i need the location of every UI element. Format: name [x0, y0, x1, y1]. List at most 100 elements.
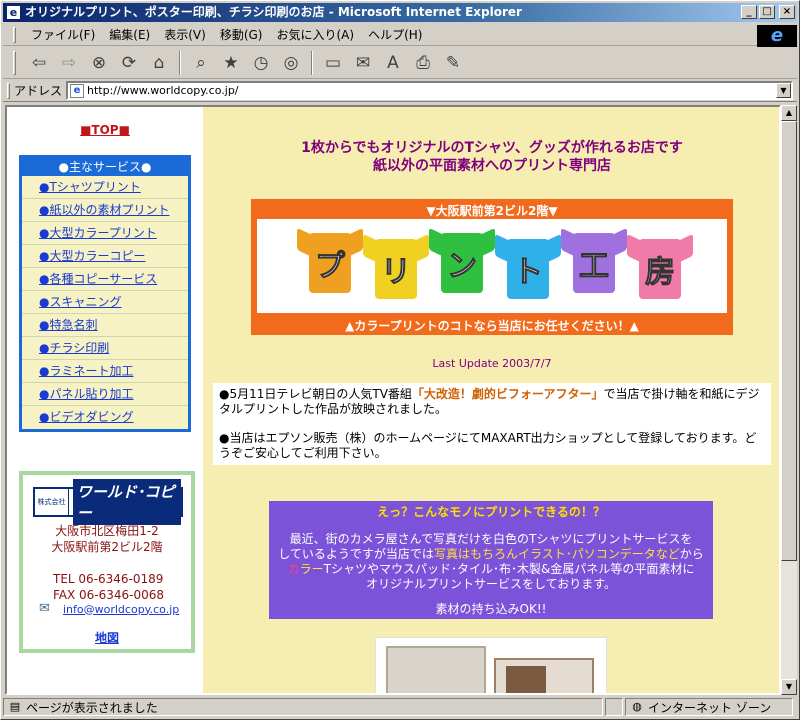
promo-ok: 素材の持ち込みOK!!: [435, 602, 547, 616]
stop-icon[interactable]: ⊗: [86, 50, 112, 76]
logo-brand-text: ワールド･コピー: [72, 479, 181, 525]
service-link-scanning[interactable]: ●スキャニング: [22, 291, 188, 314]
service-link-large-print[interactable]: ●大型カラープリント: [22, 222, 188, 245]
banner-shirt: ト: [495, 231, 561, 301]
banner-char: 工: [579, 249, 610, 285]
print-koubou-banner[interactable]: ▼大阪駅前第2ビル2階▼ プリント工房 ▲カラープリントのコトなら当店にお任せく…: [251, 199, 733, 335]
home-icon[interactable]: ⌂: [146, 50, 172, 76]
promo-line: カラーTシャツやマウスパッド･タイル･布･木製&金属パネル等の平面素材に: [287, 562, 695, 576]
service-link-panel[interactable]: ●パネル貼り加工: [22, 383, 188, 406]
page-icon: e: [70, 83, 85, 98]
forward-icon[interactable]: ⇨: [56, 50, 82, 76]
menu-grip[interactable]: [13, 26, 16, 43]
banner-shirt: 工: [561, 225, 627, 295]
main-content: 1枚からでもオリジナルのTシャツ、グッズが作れるお店です 紙以外の平面素材へのプ…: [203, 107, 779, 693]
internet-zone-icon: ◍: [632, 700, 642, 713]
service-link-flyer[interactable]: ●チラシ印刷: [22, 337, 188, 360]
mail-icon[interactable]: ✉: [350, 50, 376, 76]
channels-icon[interactable]: ◎: [278, 50, 304, 76]
standard-toolbar: ⇦ ⇨ ⊗ ⟳ ⌂ ⌕ ★ ◷ ◎ ▭ ✉ A ⎙ ✎: [3, 47, 797, 79]
ie-page-icon: e: [6, 5, 21, 20]
banner-top-text: ▼大阪駅前第2ビル2階▼: [426, 204, 558, 218]
status-zone-cell: ◍ インターネット ゾーン: [625, 698, 793, 716]
banner-image: プリント工房: [257, 219, 727, 313]
headline: 1枚からでもオリジナルのTシャツ、グッズが作れるお店です 紙以外の平面素材へのプ…: [301, 140, 683, 174]
banner-char: ン: [447, 249, 478, 285]
status-message-cell: ▤ ページが表示されました: [3, 698, 603, 716]
banner-shirt: ン: [429, 225, 495, 295]
news-item-tv: ●5月11日テレビ朝日の人気TV番組「大改造！劇的ビフォーアフター」で当店で掛け…: [219, 387, 760, 416]
refresh-icon[interactable]: ⟳: [116, 50, 142, 76]
back-icon[interactable]: ⇦: [26, 50, 52, 76]
promo-line: しているようですが当店では写真はもちろんイラスト･パソコンデータなどから: [278, 547, 704, 561]
page-done-icon: ▤: [9, 700, 21, 713]
font-icon[interactable]: A: [380, 50, 406, 76]
ie-logo-icon: e: [757, 25, 797, 47]
scroll-down-icon[interactable]: ▼: [781, 679, 797, 695]
vertical-scrollbar[interactable]: ▲ ▼: [781, 105, 797, 695]
browser-window: e オリジナルプリント、ポスター印刷、チラシ印刷のお店 - Microsoft …: [0, 0, 800, 720]
email-link[interactable]: info@worldcopy.co.jp: [63, 603, 179, 616]
photo-frame-inner: [506, 666, 546, 693]
top-link[interactable]: ■TOP■: [7, 123, 203, 137]
address-bar: アドレス e http://www.worldcopy.co.jp/ ▼: [3, 80, 797, 102]
news-item-epson: ●当店はエプソン販売（株）のホームページにてMAXART出力ショップとして登録し…: [219, 431, 757, 460]
service-link-laminate[interactable]: ●ラミネート加工: [22, 360, 188, 383]
menu-help[interactable]: ヘルプ(H): [361, 26, 429, 43]
menu-file[interactable]: ファイル(F): [24, 26, 102, 43]
page-viewport: ■TOP■ ●主なサービス● ●Tシャツプリント ●紙以外の素材プリント ●大型…: [5, 105, 781, 695]
service-link-nonpaper[interactable]: ●紙以外の素材プリント: [22, 199, 188, 222]
menu-view[interactable]: 表示(V): [157, 26, 213, 43]
menu-favorites[interactable]: お気に入り(A): [269, 26, 361, 43]
menu-bar: ファイル(F) 編集(E) 表示(V) 移動(G) お気に入り(A) ヘルプ(H…: [3, 24, 797, 46]
banner-char: リ: [381, 255, 412, 291]
edit-icon[interactable]: ✎: [440, 50, 466, 76]
banner-bottom-text: ▲カラープリントのコトなら当店にお任せください！▲: [345, 319, 639, 333]
logo-small-text: 株式会社: [35, 489, 69, 515]
services-box: ●主なサービス● ●Tシャツプリント ●紙以外の素材プリント ●大型カラープリン…: [19, 155, 191, 432]
banner-shirt: リ: [363, 231, 429, 301]
toolbar-separator: [179, 50, 181, 75]
banner-shirt: 房: [627, 231, 693, 301]
address-dropdown-icon[interactable]: ▼: [776, 83, 791, 98]
service-link-copy[interactable]: ●各種コピーサービス: [22, 268, 188, 291]
promo-title: えっ？こんなモノにプリントできるの！？: [377, 505, 605, 519]
service-link-business-card[interactable]: ●特急名刺: [22, 314, 188, 337]
print-icon[interactable]: ⎙: [410, 50, 436, 76]
address-label: アドレス: [14, 84, 63, 98]
minimize-button[interactable]: _: [741, 5, 757, 19]
scroll-thumb[interactable]: [781, 121, 797, 561]
banner-shirt: プ: [297, 225, 363, 295]
menu-go[interactable]: 移動(G): [213, 26, 270, 43]
title-bar[interactable]: e オリジナルプリント、ポスター印刷、チラシ印刷のお店 - Microsoft …: [3, 3, 797, 22]
service-link-large-copy[interactable]: ●大型カラーコピー: [22, 245, 188, 268]
fullscreen-icon[interactable]: ▭: [320, 50, 346, 76]
address-url[interactable]: http://www.worldcopy.co.jp/: [87, 84, 239, 97]
contact-box: 株式会社 ワールド･コピー 大阪市北区梅田1-2 大阪駅前第2ビル2階 TEL …: [19, 471, 195, 653]
menu-edit[interactable]: 編集(E): [102, 26, 157, 43]
status-message: ページが表示されました: [26, 700, 158, 715]
scroll-up-icon[interactable]: ▲: [781, 105, 797, 121]
search-icon[interactable]: ⌕: [188, 50, 214, 76]
promo-line: オリジナルプリントサービスをしております。: [365, 577, 617, 591]
company-address: 大阪市北区梅田1-2 大阪駅前第2ビル2階: [51, 524, 163, 554]
last-update: Last Update 2003/7/7: [432, 357, 552, 370]
news-box: ●5月11日テレビ朝日の人気TV番組「大改造！劇的ビフォーアフター」で当店で掛け…: [213, 383, 771, 465]
toolbar-grip[interactable]: [13, 50, 16, 75]
product-photo: [375, 637, 607, 693]
promo-line: 最近、街のカメラ屋さんで写真だけを白色のTシャツにプリントサービスを: [289, 532, 693, 546]
company-phone: TEL 06-6346-0189 FAX 06-6346-0068: [53, 572, 165, 602]
favorites-icon[interactable]: ★: [218, 50, 244, 76]
maximize-button[interactable]: □: [759, 5, 775, 19]
address-input[interactable]: e http://www.worldcopy.co.jp/ ▼: [66, 81, 793, 100]
map-link[interactable]: 地図: [23, 629, 191, 646]
address-grip[interactable]: [7, 82, 10, 99]
window-title: オリジナルプリント、ポスター印刷、チラシ印刷のお店 - Microsoft In…: [25, 5, 522, 19]
services-title: ●主なサービス●: [22, 158, 188, 176]
history-icon[interactable]: ◷: [248, 50, 274, 76]
status-empty-cell: [605, 698, 623, 716]
banner-char: 房: [645, 255, 676, 291]
service-link-video[interactable]: ●ビデオダビング: [22, 406, 188, 429]
service-link-tshirt[interactable]: ●Tシャツプリント: [22, 176, 188, 199]
close-button[interactable]: ×: [779, 5, 795, 19]
